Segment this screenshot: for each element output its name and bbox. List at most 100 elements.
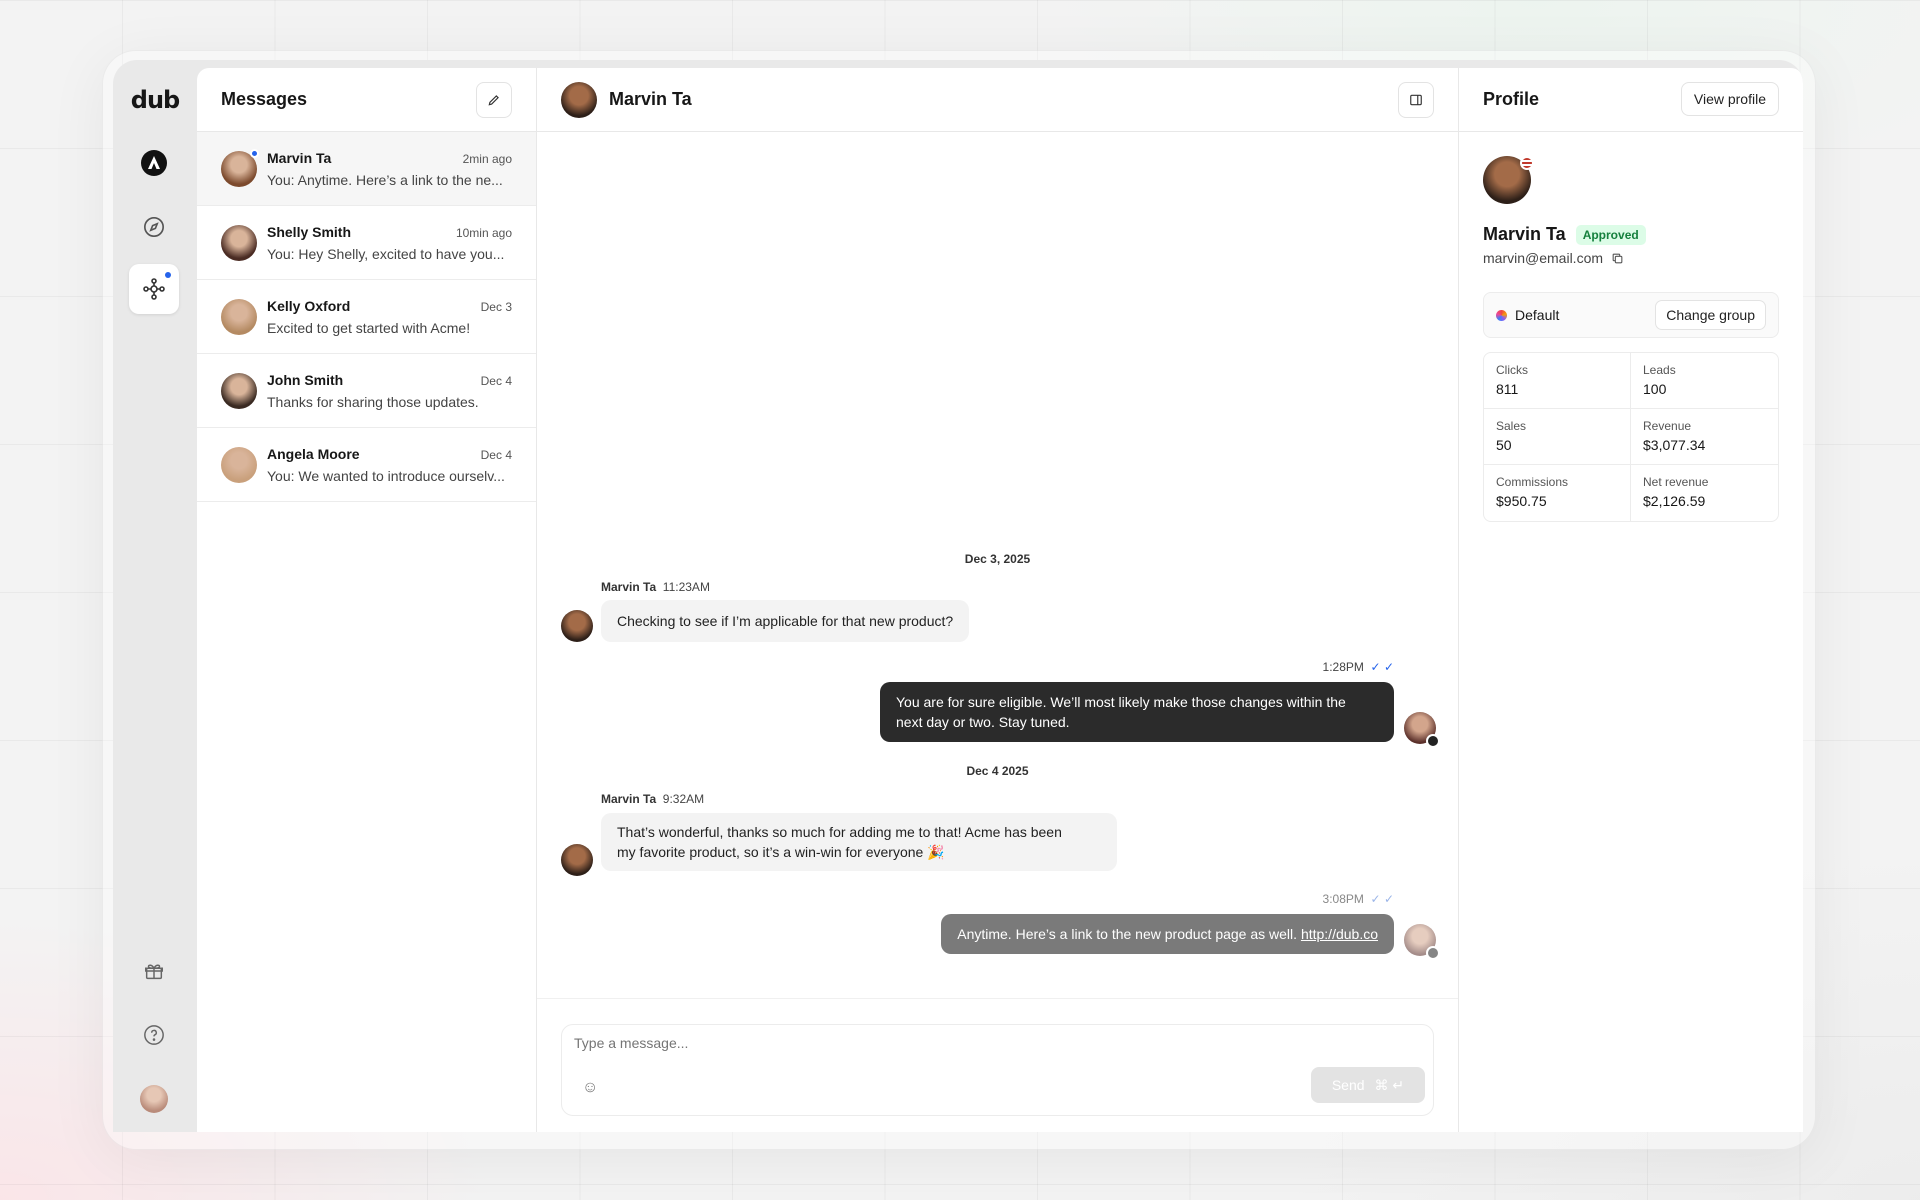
message-meta: Marvin Ta 9:32AM bbox=[601, 792, 704, 806]
conversation-item[interactable]: Kelly Oxford Dec 3 Excited to get starte… bbox=[197, 280, 536, 354]
profile-header: Profile View profile bbox=[1459, 68, 1803, 132]
stat-label: Revenue bbox=[1643, 419, 1692, 433]
main-panel: Messages Marvin Ta 2min ago You: Anytime… bbox=[197, 68, 1803, 1132]
message-bubble-incoming: That’s wonderful, thanks so much for add… bbox=[601, 813, 1117, 871]
conversation-name: Shelly Smith bbox=[267, 223, 352, 240]
profile-title: Profile bbox=[1483, 89, 1540, 109]
conversation-preview: You: Anytime. Here’s a link to the ne... bbox=[267, 171, 503, 188]
group-color-icon bbox=[1496, 309, 1507, 321]
own-avatar bbox=[1404, 712, 1440, 748]
message-text: Anytime. Here’s a link to the new produc… bbox=[957, 926, 1298, 942]
conversation-time: 2min ago bbox=[462, 151, 512, 166]
chat-contact-avatar[interactable] bbox=[561, 81, 597, 118]
help-icon[interactable] bbox=[129, 1010, 179, 1060]
conversation-item[interactable]: Shelly Smith 10min ago You: Hey Shelly, … bbox=[197, 206, 536, 280]
stat-value: $3,077.34 bbox=[1643, 437, 1706, 453]
conversation-time: 10min ago bbox=[455, 225, 512, 240]
conversation-preview: You: Hey Shelly, excited to have you... bbox=[267, 245, 505, 262]
stat-label: Sales bbox=[1496, 419, 1527, 433]
stat-cell: Leads 100 bbox=[1631, 353, 1778, 409]
messages-title: Messages bbox=[221, 89, 308, 109]
network-icon bbox=[143, 278, 165, 300]
stat-label: Clicks bbox=[1496, 363, 1528, 377]
conversation-item[interactable]: John Smith Dec 4 Thanks for sharing thos… bbox=[197, 354, 536, 428]
read-receipt-icon: ✓ ✓ bbox=[1367, 892, 1394, 906]
workspace-badge-icon bbox=[1426, 734, 1440, 748]
conversation-time: Dec 4 bbox=[480, 447, 512, 462]
nav-rail: dub bbox=[113, 60, 197, 1132]
conversation-name: Marvin Ta bbox=[267, 149, 332, 166]
status-badge: Approved bbox=[1575, 224, 1646, 245]
user-avatar[interactable] bbox=[129, 1074, 179, 1124]
group-selector: Default Change group bbox=[1483, 292, 1779, 338]
message-time: 11:23AM bbox=[662, 580, 710, 594]
compose-button[interactable] bbox=[476, 82, 512, 118]
conversation-avatar bbox=[221, 446, 257, 483]
stat-value: 100 bbox=[1643, 381, 1667, 397]
chat-column: Marvin Ta Dec 3, 2025 Marvin Ta 11:23AM … bbox=[537, 68, 1459, 1132]
profile-avatar bbox=[1483, 156, 1534, 204]
read-receipt-icon: ✓ ✓ bbox=[1367, 660, 1394, 674]
stat-value: $2,126.59 bbox=[1643, 493, 1706, 509]
toggle-sidebar-button[interactable] bbox=[1398, 82, 1434, 118]
conversation-body: John Smith Dec 4 Thanks for sharing thos… bbox=[267, 372, 512, 410]
conversation-preview: You: We wanted to introduce ourselv... bbox=[267, 467, 505, 484]
copy-icon[interactable] bbox=[1611, 252, 1624, 265]
partners-nav-button[interactable] bbox=[129, 264, 179, 314]
conversation-time: Dec 3 bbox=[480, 299, 512, 314]
conversation-name: Angela Moore bbox=[267, 445, 360, 462]
message-meta: 1:28PM ✓ ✓ bbox=[1323, 660, 1394, 674]
message-meta: 3:08PM ✓ ✓ bbox=[1323, 892, 1394, 906]
conversation-body: Shelly Smith 10min ago You: Hey Shelly, … bbox=[267, 224, 512, 262]
conversation-item[interactable]: Angela Moore Dec 4 You: We wanted to int… bbox=[197, 428, 536, 502]
profile-email-row: marvin@email.com bbox=[1483, 250, 1624, 266]
emoji-icon[interactable]: ☺ bbox=[582, 1079, 598, 1097]
stat-label: Leads bbox=[1643, 363, 1676, 377]
message-text-line: That’s wonderful, thanks so much for add… bbox=[617, 824, 1062, 840]
conversation-time: Dec 4 bbox=[480, 373, 512, 388]
notification-dot bbox=[165, 272, 171, 278]
chat-contact-name: Marvin Ta bbox=[609, 89, 692, 109]
conversation-item[interactable]: Marvin Ta 2min ago You: Anytime. Here’s … bbox=[197, 132, 536, 206]
send-button[interactable]: Send ⌘ ↵ bbox=[1311, 1067, 1425, 1103]
message-text-line: my favorite product, so it’s a win-win f… bbox=[617, 844, 945, 860]
gift-icon[interactable] bbox=[129, 946, 179, 996]
conversation-top: John Smith Dec 4 bbox=[267, 372, 512, 388]
sender-name: Marvin Ta bbox=[601, 580, 657, 594]
conversation-body: Marvin Ta 2min ago You: Anytime. Here’s … bbox=[267, 150, 512, 188]
stat-cell: Revenue $3,077.34 bbox=[1631, 409, 1778, 465]
contact-avatar bbox=[561, 844, 593, 876]
contact-avatar bbox=[561, 610, 593, 642]
online-indicator bbox=[250, 149, 259, 158]
view-profile-button[interactable]: View profile bbox=[1680, 82, 1779, 116]
acme-workspace-icon[interactable] bbox=[129, 138, 179, 188]
message-composer: ☺ Send ⌘ ↵ bbox=[561, 1024, 1434, 1116]
chat-header: Marvin Ta bbox=[537, 68, 1458, 132]
stat-cell: Commissions $950.75 bbox=[1484, 465, 1631, 521]
stat-label: Commissions bbox=[1496, 475, 1569, 489]
message-time: 1:28PM bbox=[1322, 660, 1364, 674]
conversation-avatar bbox=[221, 224, 257, 261]
message-link[interactable]: http://dub.co bbox=[1301, 926, 1378, 942]
workspace-badge-icon bbox=[1426, 946, 1440, 960]
pencil-icon bbox=[488, 95, 499, 106]
message-text-line: next day or two. Stay tuned. bbox=[896, 714, 1070, 730]
stat-cell: Clicks 811 bbox=[1484, 353, 1631, 409]
compass-icon[interactable] bbox=[129, 202, 179, 252]
conversation-preview: Excited to get started with Acme! bbox=[267, 319, 471, 336]
conversation-top: Kelly Oxford Dec 3 bbox=[267, 298, 512, 314]
message-bubble-outgoing: Anytime. Here’s a link to the new produc… bbox=[941, 914, 1394, 954]
date-separator: Dec 4 2025 bbox=[966, 764, 1029, 778]
message-bubble-incoming: Checking to see if I’m applicable for th… bbox=[601, 600, 970, 642]
dub-logo[interactable]: dub bbox=[113, 86, 197, 114]
app-window: dub Messages Marvin Ta 2min ago You: Any… bbox=[113, 60, 1803, 1132]
change-group-button[interactable]: Change group bbox=[1655, 300, 1766, 330]
date-separator: Dec 3, 2025 bbox=[964, 552, 1031, 566]
profile-column: Profile View profile Marvin Ta Approved … bbox=[1459, 68, 1803, 1132]
stat-value: 50 bbox=[1496, 437, 1512, 453]
conversation-name: Kelly Oxford bbox=[267, 297, 351, 314]
message-meta: Marvin Ta 11:23AM bbox=[601, 580, 710, 594]
message-input[interactable] bbox=[574, 1035, 1174, 1051]
conversation-top: Shelly Smith 10min ago bbox=[267, 224, 512, 240]
message-time: 3:08PM bbox=[1322, 892, 1364, 906]
